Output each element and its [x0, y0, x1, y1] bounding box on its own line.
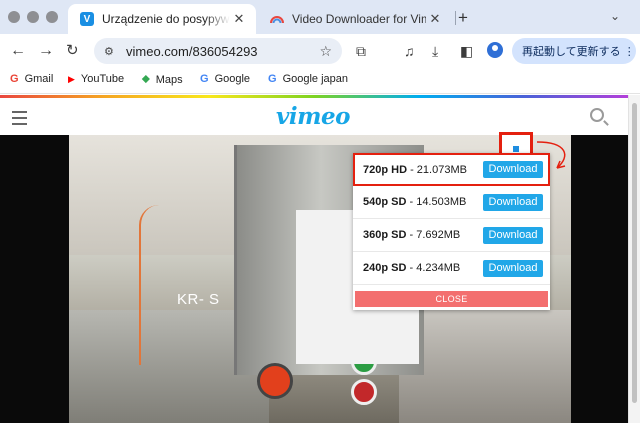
video-machine-label: KR- S — [177, 291, 220, 308]
download-option-row[interactable]: 240p SD - 4.234MB Download — [353, 252, 550, 285]
extensions-puzzle-icon[interactable]: ⧉ — [356, 43, 366, 60]
download-button[interactable]: Download — [483, 226, 543, 244]
download-icon[interactable]: ⤓ — [432, 43, 438, 60]
maximize-window-button[interactable] — [46, 11, 58, 23]
download-button[interactable]: Download — [483, 193, 543, 211]
rainbow-favicon-icon — [270, 12, 284, 26]
bookmark-label: Google — [214, 73, 251, 85]
download-option-row[interactable]: 540p SD - 14.503MB Download — [353, 186, 550, 219]
search-icon[interactable] — [590, 108, 604, 122]
bookmark-label: Maps — [155, 73, 183, 86]
youtube-play-icon: ▶ — [68, 73, 75, 84]
bookmark-youtube[interactable]: ▶ YouTube — [68, 73, 124, 85]
bookmark-label: YouTube — [80, 73, 125, 85]
reload-icon[interactable]: ↻ — [66, 42, 79, 60]
tab-close-icon[interactable]: ✕ — [230, 11, 248, 27]
file-size: - 4.234MB — [406, 262, 461, 274]
media-controls-icon[interactable]: ♫ — [404, 43, 415, 59]
google-g-icon: G — [10, 73, 19, 85]
tab-title: Urządzenie do posypywania m — [102, 12, 230, 26]
download-square-icon — [513, 146, 519, 152]
file-size: - 14.503MB — [406, 196, 467, 208]
vimeo-site-header: vimeo — [0, 98, 628, 136]
back-arrow-icon[interactable]: ← — [10, 42, 26, 60]
side-panel-icon[interactable]: ◧ — [460, 43, 473, 60]
browser-toolbar: ← → ↻ ⚙ vimeo.com/836054293 ☆ ⧉ ♫ ⤓ ◧ 再起… — [0, 34, 640, 68]
hamburger-menu-icon[interactable] — [12, 111, 27, 129]
bookmark-label: Google japan — [282, 73, 349, 85]
tab-video-downloader[interactable]: Video Downloader for Vimeo ✕ — [262, 4, 452, 34]
forward-arrow-icon[interactable]: → — [38, 42, 54, 60]
close-popup-button[interactable]: CLOSE — [355, 291, 548, 307]
site-settings-icon[interactable]: ⚙ — [104, 45, 118, 58]
video-stop-button — [351, 379, 377, 405]
google-g-icon: G — [268, 73, 277, 85]
url-text[interactable]: vimeo.com/836054293 — [126, 44, 319, 59]
bookmark-google-japan[interactable]: G Google japan — [268, 73, 348, 85]
bookmark-star-icon[interactable]: ☆ — [319, 43, 332, 60]
file-size: - 7.692MB — [406, 229, 461, 241]
new-tab-button[interactable]: + — [458, 8, 468, 28]
bookmark-label: Gmail — [24, 73, 54, 85]
minimize-window-button[interactable] — [27, 11, 39, 23]
page-scrollbar[interactable] — [628, 95, 640, 423]
tab-close-icon[interactable]: ✕ — [426, 11, 444, 27]
restart-to-update-button[interactable]: 再起動して更新する ⋮ — [512, 38, 636, 64]
profile-avatar[interactable] — [487, 42, 503, 58]
quality-label: 720p HD — [363, 163, 408, 176]
maps-pin-icon: ⬥ — [142, 73, 150, 85]
address-bar[interactable]: ⚙ vimeo.com/836054293 ☆ — [94, 38, 342, 64]
download-options-popup: 720p HD - 21.073MB Download 540p SD - 14… — [353, 153, 550, 310]
bookmark-maps[interactable]: ⬥ Maps — [142, 73, 183, 86]
vimeo-favicon-icon: V — [80, 12, 94, 26]
tab-divider — [455, 11, 456, 25]
download-option-row[interactable]: 360p SD - 7.692MB Download — [353, 219, 550, 252]
quality-label: 540p SD — [363, 196, 407, 208]
close-window-button[interactable] — [8, 11, 20, 23]
google-g-icon: G — [200, 73, 209, 85]
quality-label: 240p SD — [363, 262, 407, 274]
video-hose — [139, 205, 179, 365]
bookmark-gmail[interactable]: G Gmail — [10, 73, 53, 85]
tab-search-chevron-icon[interactable]: ⌄ — [610, 9, 620, 23]
tab-strip: V Urządzenie do posypywania m ✕ Video Do… — [0, 0, 640, 34]
tab-vimeo-video[interactable]: V Urządzenie do posypywania m ✕ — [68, 4, 256, 34]
download-option-row[interactable]: 720p HD - 21.073MB Download — [353, 153, 550, 186]
video-steel-tank — [399, 310, 571, 423]
file-size: - 21.073MB — [407, 163, 467, 176]
video-red-button — [257, 363, 293, 399]
download-button[interactable]: Download — [483, 161, 543, 178]
vimeo-logo[interactable]: vimeo — [276, 103, 350, 130]
tab-title: Video Downloader for Vimeo — [292, 12, 426, 26]
scrollbar-thumb[interactable] — [632, 103, 637, 403]
download-button[interactable]: Download — [483, 259, 543, 277]
bookmarks-bar: G Gmail ▶ YouTube ⬥ Maps G Google G Goog… — [0, 68, 640, 94]
quality-label: 360p SD — [363, 229, 407, 241]
bookmark-google[interactable]: G Google — [200, 73, 250, 85]
